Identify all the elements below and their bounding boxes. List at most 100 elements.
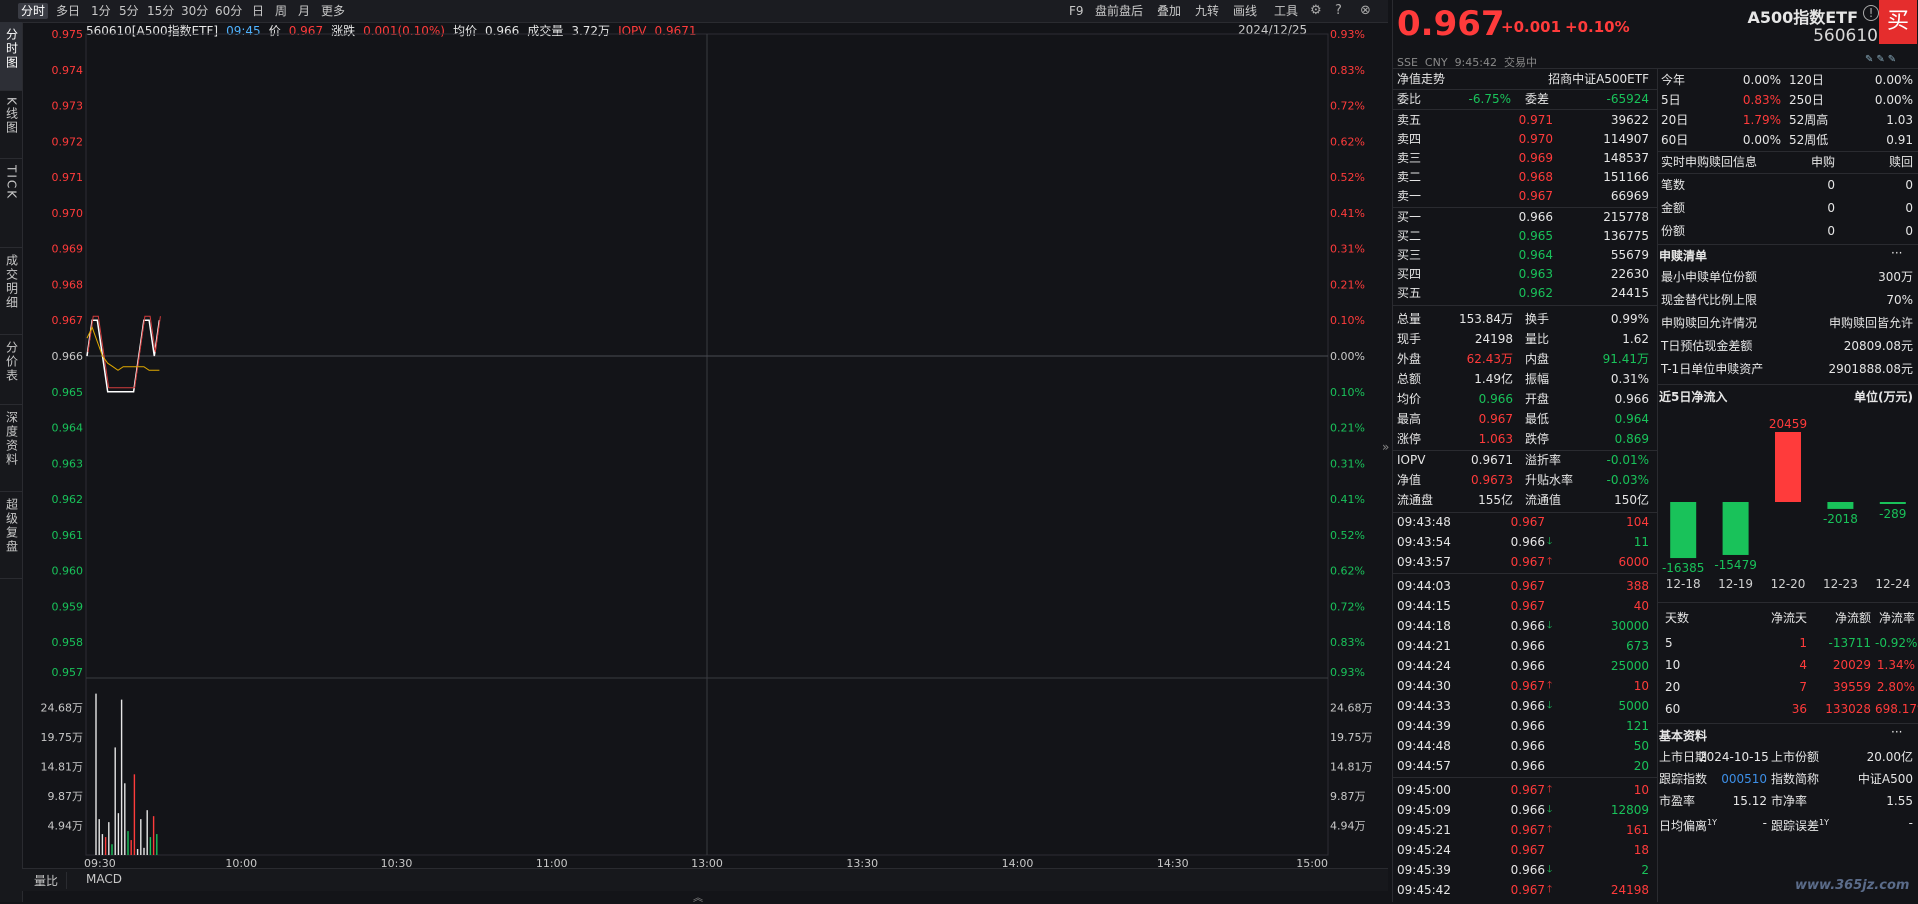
perf-label: 今年 bbox=[1661, 73, 1686, 87]
more-icon[interactable]: ··· bbox=[1891, 244, 1902, 262]
tick-time: 09:44:03 bbox=[1397, 579, 1451, 593]
watermark: www.365jz.com bbox=[1795, 878, 1910, 893]
bid-price[interactable]: 0.965 bbox=[1483, 227, 1553, 245]
basic-value: 15.12 bbox=[1732, 794, 1767, 808]
price-tick: 0.973 bbox=[52, 100, 84, 113]
price-tick: 0.972 bbox=[52, 135, 84, 148]
pct-tick: 0.52% bbox=[1330, 171, 1365, 184]
edit-icons[interactable]: ✎✎✎ bbox=[1865, 54, 1899, 65]
fund-name: A500指数ETF bbox=[1747, 8, 1858, 27]
tick-volume: 12809 bbox=[1610, 803, 1649, 817]
more-icon[interactable]: ··· bbox=[1891, 723, 1902, 741]
time-tick: 10:30 bbox=[381, 857, 413, 868]
ask-price[interactable]: 0.970 bbox=[1483, 130, 1553, 148]
inflow-date-label: 12-24 bbox=[1875, 577, 1910, 591]
inflow-title: 近5日净流入 bbox=[1659, 390, 1728, 404]
perf-label: 250日 bbox=[1789, 93, 1824, 107]
bid-price[interactable]: 0.966 bbox=[1483, 208, 1553, 226]
basic-value[interactable]: 000510 bbox=[1699, 770, 1767, 788]
tick-price: 0.967 bbox=[1510, 555, 1545, 569]
stat-value: 1.49亿 bbox=[1474, 372, 1513, 386]
tick-volume: 30000 bbox=[1610, 619, 1649, 633]
flow-net-days: 1 bbox=[1799, 636, 1807, 650]
pct-tick: 0.72% bbox=[1330, 100, 1365, 113]
intraday-chart[interactable]: 0.975 0.93% 0.974 0.83% 0.973 0.72% 0.972 0.62%… bbox=[0, 0, 1388, 868]
time-tick: 09:30 bbox=[84, 857, 116, 868]
perf-label: 60日 bbox=[1661, 133, 1689, 147]
tick-price: 0.966 bbox=[1510, 719, 1545, 733]
perf-value: 1.79% bbox=[1742, 113, 1781, 127]
perf-label: 20日 bbox=[1661, 113, 1689, 127]
expand-panel-icon[interactable]: » bbox=[1382, 440, 1389, 454]
basic-label: 市净率 bbox=[1771, 794, 1808, 808]
price-tick: 0.971 bbox=[52, 171, 84, 184]
price-tick: 0.964 bbox=[52, 422, 84, 435]
tick-time: 09:44:15 bbox=[1397, 599, 1451, 613]
order-ratio-value: -6.75% bbox=[1468, 92, 1511, 106]
stat-label: 总量 bbox=[1397, 312, 1422, 326]
tick-volume: 25000 bbox=[1610, 659, 1649, 673]
stat-value: 0.966 bbox=[1614, 392, 1649, 406]
basic-value: 20.00亿 bbox=[1866, 750, 1913, 764]
tab-macd[interactable]: MACD bbox=[78, 872, 130, 886]
ask-price[interactable]: 0.971 bbox=[1483, 111, 1553, 129]
tick-price: 0.967 bbox=[1510, 823, 1545, 837]
tick-volume: 40 bbox=[1633, 599, 1649, 613]
stat-value: 0.964 bbox=[1614, 412, 1649, 426]
volume-tick: 14.81万 bbox=[41, 761, 84, 774]
time-tick: 10:00 bbox=[225, 857, 257, 868]
flow-amount: 133028 bbox=[1825, 702, 1871, 716]
basic-info-title: 基本资料 bbox=[1659, 729, 1708, 743]
flow-rate: 1.34% bbox=[1876, 658, 1915, 672]
buy-button[interactable]: 买 bbox=[1879, 0, 1917, 44]
tick-time: 09:44:21 bbox=[1397, 639, 1451, 653]
tick-price: 0.966 bbox=[1510, 639, 1545, 653]
avg-price-line bbox=[86, 326, 160, 371]
pct-tick: 0.62% bbox=[1330, 135, 1365, 148]
price-tick: 0.970 bbox=[52, 207, 84, 220]
stat-label: 涨停 bbox=[1397, 432, 1422, 446]
stat-value: 0.869 bbox=[1614, 432, 1649, 446]
info-icon[interactable]: ! bbox=[1863, 5, 1879, 21]
stat-label: 流通值 bbox=[1525, 493, 1562, 507]
ask-price[interactable]: 0.968 bbox=[1483, 168, 1553, 186]
tick-price: 0.966 bbox=[1510, 759, 1545, 773]
arrow-down-icon: 🡓 bbox=[1547, 864, 1553, 875]
tick-price: 0.966 bbox=[1510, 863, 1545, 877]
volume-tick: 14.81万 bbox=[1330, 761, 1373, 774]
tick-price: 0.967 bbox=[1510, 883, 1545, 897]
price-tick: 0.966 bbox=[52, 350, 84, 363]
basic-value: 2024-10-15 bbox=[1699, 750, 1769, 764]
ask-label: 卖四 bbox=[1397, 132, 1422, 146]
tab-volume-ratio[interactable]: 量比 bbox=[26, 872, 68, 889]
basic-label: 上市份额 bbox=[1771, 750, 1820, 764]
tick-price: 0.966 bbox=[1510, 739, 1545, 753]
tick-time: 09:45:00 bbox=[1397, 783, 1451, 797]
order-diff-value: -65924 bbox=[1606, 92, 1649, 106]
pct-tick: 0.93% bbox=[1330, 28, 1365, 41]
ask-price[interactable]: 0.969 bbox=[1483, 149, 1553, 167]
flow-rate: 2.80% bbox=[1876, 680, 1915, 694]
bid-price[interactable]: 0.963 bbox=[1483, 265, 1553, 283]
stat-label: 均价 bbox=[1397, 392, 1422, 406]
flow-header: 天数 bbox=[1665, 611, 1690, 625]
ask-price[interactable]: 0.967 bbox=[1483, 187, 1553, 205]
time-tick: 11:00 bbox=[536, 857, 568, 868]
tick-time: 09:44:18 bbox=[1397, 619, 1451, 633]
flow-days: 20 bbox=[1665, 680, 1681, 694]
nav-trend-label[interactable]: 净值走势 bbox=[1397, 70, 1445, 88]
bid-price[interactable]: 0.962 bbox=[1483, 284, 1553, 302]
flow-days: 5 bbox=[1665, 636, 1673, 650]
perf-value: 0.00% bbox=[1874, 73, 1913, 87]
tick-price: 0.966 bbox=[1510, 619, 1545, 633]
pct-tick: 0.10% bbox=[1330, 386, 1365, 399]
stat-value: 1.62 bbox=[1622, 332, 1649, 346]
creation-label: T-1日单位申赎资产 bbox=[1661, 362, 1764, 376]
tick-time: 09:44:48 bbox=[1397, 739, 1451, 753]
creation-label: 申购赎回允许情况 bbox=[1661, 316, 1758, 330]
redemption-value: 0 bbox=[1905, 178, 1913, 192]
flow-amount: 39559 bbox=[1832, 680, 1871, 694]
tick-volume: 50 bbox=[1633, 739, 1649, 753]
volume-tick: 0.957 bbox=[52, 666, 84, 679]
bid-price[interactable]: 0.964 bbox=[1483, 246, 1553, 264]
